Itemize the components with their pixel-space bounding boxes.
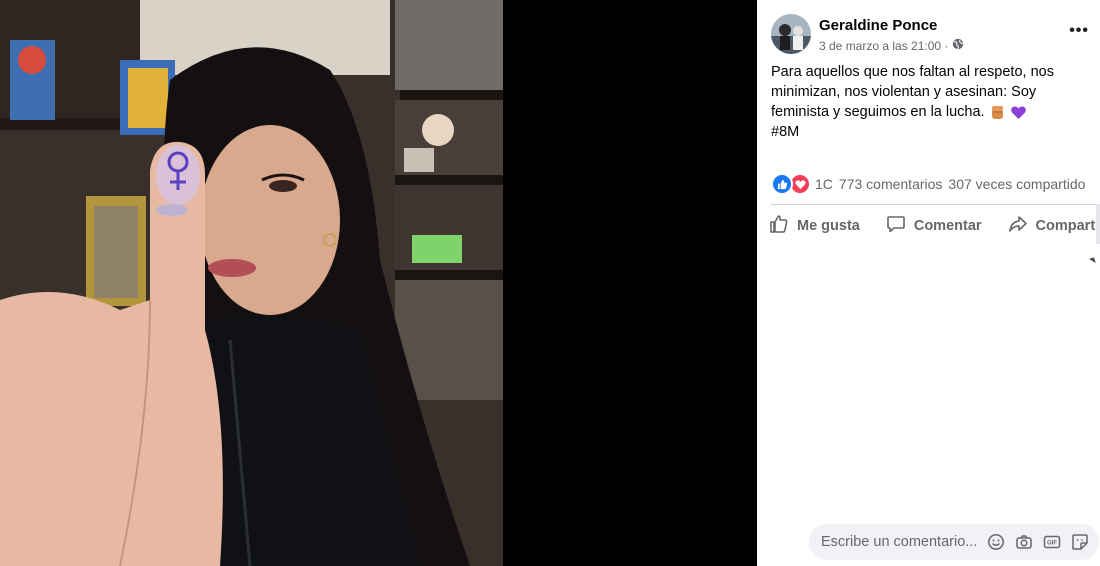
svg-text:GIF: GIF bbox=[1047, 541, 1057, 547]
emoji-icon[interactable] bbox=[987, 533, 1005, 551]
post-hashtag[interactable]: #8M bbox=[771, 122, 1089, 142]
comment-label: Comentar bbox=[913, 218, 982, 234]
like-label: Me gusta bbox=[797, 218, 860, 234]
more-options-button[interactable]: ••• bbox=[1069, 22, 1089, 40]
globe-icon bbox=[952, 38, 964, 53]
thumbs-up-icon bbox=[769, 214, 789, 238]
gif-icon[interactable]: GIF bbox=[1043, 533, 1061, 551]
post-actions-bar: Me gusta Comentar Compartir bbox=[769, 208, 1100, 244]
share-button[interactable]: Compartir bbox=[1008, 214, 1100, 238]
sticker-icon[interactable] bbox=[1071, 533, 1089, 551]
scrollbar[interactable] bbox=[1096, 204, 1100, 244]
like-button[interactable]: Me gusta bbox=[769, 214, 860, 238]
reaction-stats: 1C 773 comentarios 307 veces compartido bbox=[771, 173, 1100, 195]
share-arrow-icon bbox=[1008, 214, 1028, 238]
avatar[interactable] bbox=[771, 14, 811, 54]
share-label: Compartir bbox=[1035, 218, 1100, 234]
author-name[interactable]: Geraldine Ponce bbox=[819, 17, 937, 34]
like-reaction-icon bbox=[771, 173, 793, 195]
reaction-icons[interactable] bbox=[771, 173, 811, 195]
post-details-panel: Geraldine Ponce 3 de marzo a las 21:00 ·… bbox=[757, 0, 1100, 566]
photo-viewer bbox=[0, 0, 757, 566]
speech-bubble-icon bbox=[886, 214, 906, 238]
camera-icon[interactable] bbox=[1015, 533, 1033, 551]
comment-button[interactable]: Comentar bbox=[886, 214, 982, 238]
divider bbox=[771, 204, 1100, 205]
purple-heart-emoji bbox=[1010, 104, 1027, 121]
comment-placeholder[interactable]: Escribe un comentario... bbox=[821, 534, 987, 550]
raised-fist-emoji bbox=[989, 104, 1006, 121]
post-photo[interactable] bbox=[0, 0, 503, 566]
post-meta: 3 de marzo a las 21:00 · bbox=[819, 38, 964, 53]
reactions-count[interactable]: 1C bbox=[815, 176, 833, 192]
comment-input[interactable]: Escribe un comentario... GIF bbox=[809, 524, 1099, 560]
shares-count[interactable]: 307 veces compartido bbox=[948, 176, 1085, 192]
comments-count[interactable]: 773 comentarios bbox=[839, 176, 943, 192]
post-header: Geraldine Ponce 3 de marzo a las 21:00 ·… bbox=[771, 14, 1091, 58]
post-body: Para aquellos que nos faltan al respeto,… bbox=[771, 62, 1089, 142]
post-timestamp[interactable]: 3 de marzo a las 21:00 · bbox=[819, 39, 948, 53]
scroll-arrow-icon[interactable] bbox=[1089, 257, 1096, 265]
comment-tools: GIF bbox=[987, 533, 1089, 551]
